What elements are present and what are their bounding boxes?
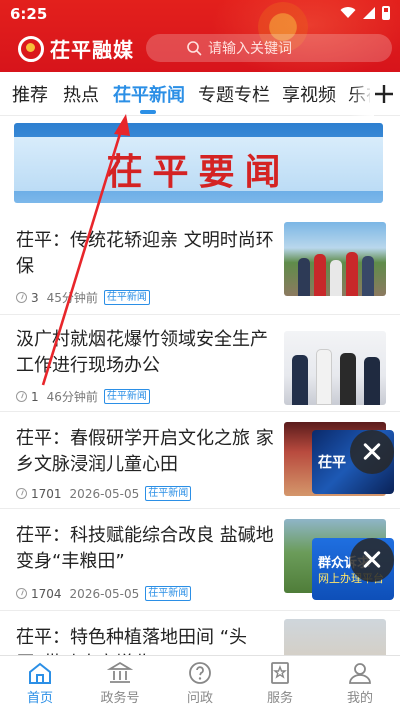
thumb-figure xyxy=(362,256,374,296)
user-icon xyxy=(349,663,371,684)
nav-profile[interactable]: 我的 xyxy=(320,656,400,711)
tab-hot[interactable]: 热点 xyxy=(63,81,99,107)
question-bubble-icon xyxy=(189,662,211,684)
publish-time: 2026-05-05 xyxy=(69,486,140,501)
battery-icon xyxy=(382,6,390,20)
nav-label: 政务号 xyxy=(100,691,140,706)
view-count: 3 xyxy=(31,290,39,305)
nav-home[interactable]: 首页 xyxy=(0,656,80,711)
nav-inquiry[interactable]: 问政 xyxy=(160,656,240,711)
category-tag: 茌平新闻 xyxy=(103,290,150,305)
view-count-icon xyxy=(16,292,27,303)
view-count-icon xyxy=(16,488,27,499)
article-thumbnail xyxy=(284,222,386,296)
thumb-figure xyxy=(364,357,380,405)
nav-label: 服务 xyxy=(266,691,293,706)
view-count-icon xyxy=(16,391,27,402)
article-meta: 1704 2026-05-05 茌平新闻 xyxy=(16,586,192,601)
publish-time: 46分钟前 xyxy=(46,390,98,404)
status-icons xyxy=(340,6,390,20)
category-tag: 茌平新闻 xyxy=(145,486,192,501)
article-item[interactable]: 汲广村就烟花爆竹领域安全生产工作进行现场办公 1 46分钟前 茌平新闻 xyxy=(0,315,400,412)
article-item[interactable]: 茌平：特色种植落地田间 “头雁”带动农户增收 xyxy=(0,611,400,693)
article-title: 茌平：春假研学开启文化之旅 家乡文脉浸润儿童心田 xyxy=(16,428,274,475)
close-complaint-icon[interactable] xyxy=(350,538,394,582)
article-thumbnail xyxy=(284,331,386,405)
banner-title: 茌平要闻 xyxy=(106,151,291,193)
thumb-figure xyxy=(292,355,308,405)
publish-time: 45分钟前 xyxy=(46,291,98,305)
floating-video-title: 茌平 xyxy=(318,455,346,471)
view-count: 1 xyxy=(31,389,39,404)
view-count-icon xyxy=(16,588,27,599)
thumb-figure xyxy=(346,252,358,296)
status-time: 6:25 xyxy=(10,5,48,23)
thumb-figure xyxy=(330,260,342,296)
signal-icon xyxy=(363,7,375,19)
search-icon xyxy=(187,41,202,56)
thumb-figure xyxy=(340,353,356,405)
category-tag: 茌平新闻 xyxy=(145,586,192,601)
wifi-icon xyxy=(340,7,356,19)
active-tab-indicator xyxy=(140,110,156,114)
thumb-figure xyxy=(316,349,332,405)
tab-chiping-news[interactable]: 茌平新闻 xyxy=(113,81,185,107)
nav-label: 问政 xyxy=(186,691,213,706)
tab-fade xyxy=(350,72,374,116)
app-header: 6:25 茌平融媒 请输入关键词 xyxy=(0,0,400,72)
view-count: 1701 xyxy=(31,486,62,501)
article-meta: 1 46分钟前 茌平新闻 xyxy=(16,388,150,405)
category-tabs: 推荐 热点 茌平新闻 专题专栏 享视频 乐在 xyxy=(0,72,400,116)
view-count: 1704 xyxy=(31,586,62,601)
government-building-icon xyxy=(107,661,133,683)
article-meta: 1701 2026-05-05 茌平新闻 xyxy=(16,486,192,501)
logo-text: 茌平融媒 xyxy=(50,38,134,62)
news-banner[interactable]: 茌平要闻 xyxy=(14,123,383,203)
article-title: 汲广村就烟花爆竹领域安全生产工作进行现场办公 xyxy=(16,329,268,376)
article-item[interactable]: 茌平：传统花轿迎亲 文明时尚环保 3 45分钟前 茌平新闻 xyxy=(0,212,400,315)
add-channel-plus-icon[interactable] xyxy=(372,80,396,108)
bottom-navigation: 首页 政务号 问政 服务 我的 xyxy=(0,655,400,711)
article-meta: 3 45分钟前 茌平新闻 xyxy=(16,289,150,306)
service-star-icon xyxy=(271,662,289,684)
home-icon xyxy=(29,662,51,684)
nav-government[interactable]: 政务号 xyxy=(80,656,160,711)
category-tag: 茌平新闻 xyxy=(103,389,150,404)
publish-time: 2026-05-05 xyxy=(69,586,140,601)
nav-label: 我的 xyxy=(346,691,373,706)
status-bar: 6:25 xyxy=(0,0,400,28)
app-screen: 6:25 茌平融媒 请输入关键词 推荐 热点 茌平新闻 专题专栏 享视频 茌平要… xyxy=(0,0,400,711)
tab-recommend[interactable]: 推荐 xyxy=(12,81,48,107)
tab-special-topics[interactable]: 专题专栏 xyxy=(198,81,270,107)
app-logo: 茌平融媒 xyxy=(18,34,134,63)
article-title: 茌平：传统花轿迎亲 文明时尚环保 xyxy=(16,230,274,277)
logo-icon xyxy=(18,35,44,62)
thumb-figure xyxy=(314,254,326,296)
nav-service[interactable]: 服务 xyxy=(240,656,320,711)
article-title: 茌平：科技赋能综合改良 盐碱地变身“丰粮田” xyxy=(16,525,274,572)
nav-label: 首页 xyxy=(26,691,53,706)
search-bar[interactable]: 请输入关键词 xyxy=(146,34,392,62)
tab-videos[interactable]: 享视频 xyxy=(282,81,336,107)
search-placeholder: 请输入关键词 xyxy=(208,41,292,57)
close-video-icon[interactable] xyxy=(350,430,394,474)
thumb-figure xyxy=(298,258,310,296)
